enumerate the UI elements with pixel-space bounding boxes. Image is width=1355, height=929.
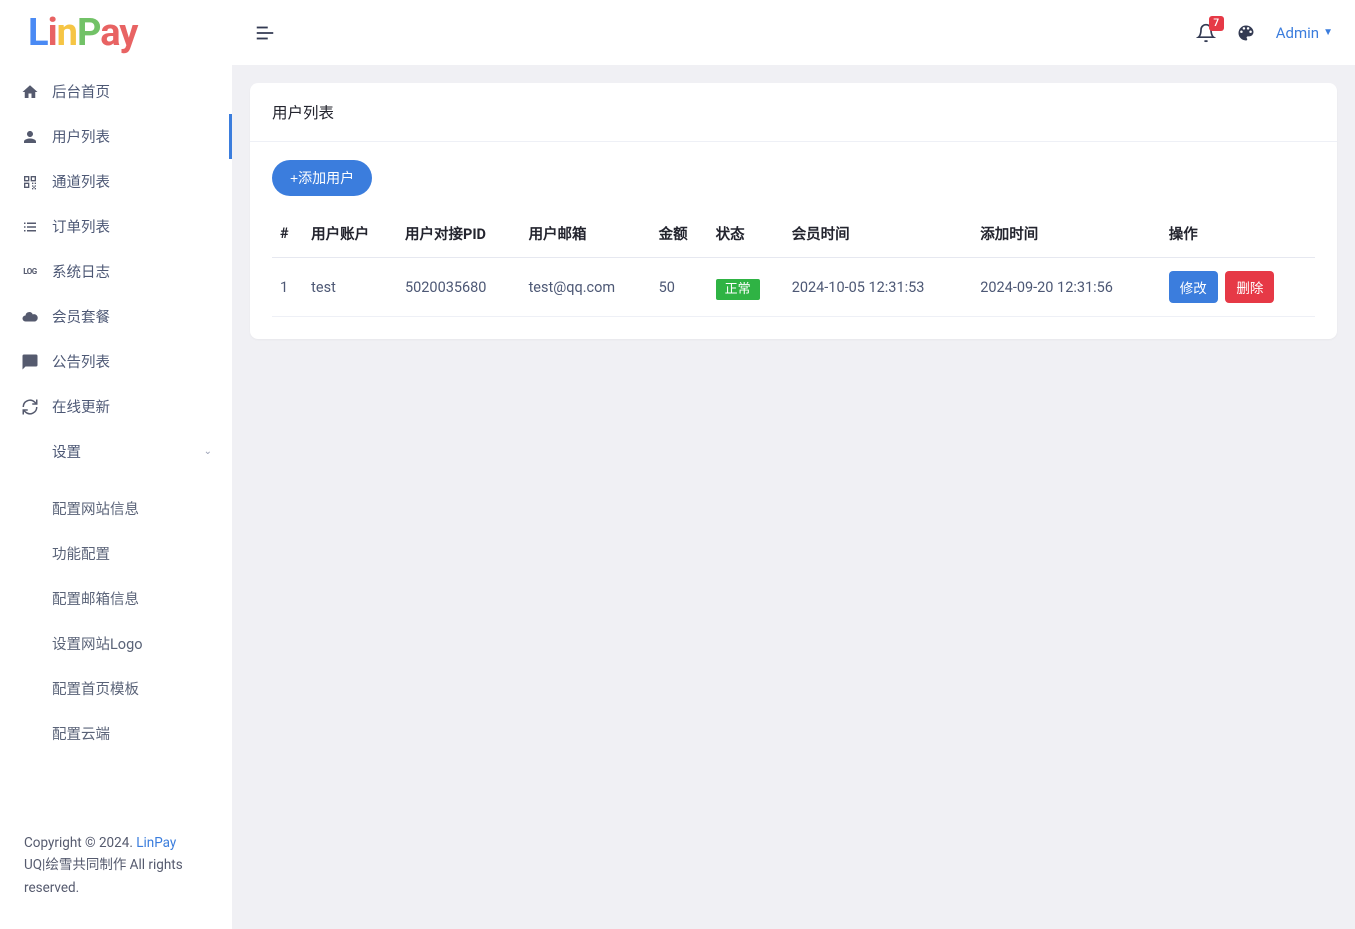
logo[interactable]: LinPay xyxy=(0,0,232,65)
table-row: 1 test 5020035680 test@qq.com 50 正常 2024… xyxy=(272,258,1315,317)
gear-icon xyxy=(20,442,40,462)
home-icon xyxy=(20,82,40,102)
sidebar-item-label: 用户列表 xyxy=(52,126,209,147)
list-icon xyxy=(20,217,40,237)
footer-prefix: Copyright © 2024. xyxy=(24,835,136,851)
notification-badge: 7 xyxy=(1209,16,1224,31)
sidebar-sub-site-info[interactable]: 配置网站信息 xyxy=(0,486,232,531)
sidebar-item-label: 在线更新 xyxy=(52,396,212,417)
log-icon: LOG xyxy=(20,262,40,282)
sidebar-sub-template[interactable]: 配置首页模板 xyxy=(0,666,232,711)
sidebar-item-label: 配置首页模板 xyxy=(52,678,212,699)
col-email: 用户邮箱 xyxy=(521,210,651,258)
sidebar-item-announcements[interactable]: 公告列表 xyxy=(0,339,232,384)
col-actions: 操作 xyxy=(1161,210,1315,258)
sidebar-item-channels[interactable]: 通道列表 xyxy=(0,159,232,204)
status-badge: 正常 xyxy=(716,279,760,300)
sidebar-item-label: 会员套餐 xyxy=(52,306,212,327)
sidebar-item-membership[interactable]: 会员套餐 xyxy=(0,294,232,339)
sidebar-item-label: 功能配置 xyxy=(52,543,212,564)
sidebar-item-label: 设置网站Logo xyxy=(52,633,212,654)
main: 7 Admin ▼ 用户列表 +添加用户 # xyxy=(232,0,1355,929)
sidebar-item-label: 系统日志 xyxy=(52,261,212,282)
cell-email: test@qq.com xyxy=(521,258,651,317)
sidebar-item-label: 配置云端 xyxy=(52,723,212,744)
sidebar-item-settings[interactable]: 设置 ⌄ xyxy=(0,429,232,474)
sidebar-item-label: 公告列表 xyxy=(52,351,212,372)
col-vip-time: 会员时间 xyxy=(784,210,973,258)
topbar: 7 Admin ▼ xyxy=(232,0,1355,65)
col-index: # xyxy=(272,210,303,258)
edit-button[interactable]: 修改 xyxy=(1169,271,1218,303)
users-table: # 用户账户 用户对接PID 用户邮箱 金额 状态 会员时间 添加时间 操作 xyxy=(272,210,1315,317)
notifications-button[interactable]: 7 xyxy=(1196,23,1216,43)
sidebar-sub-logo[interactable]: 设置网站Logo xyxy=(0,621,232,666)
refresh-icon xyxy=(20,397,40,417)
cell-amount: 50 xyxy=(651,258,708,317)
sidebar-item-logs[interactable]: LOG 系统日志 xyxy=(0,249,232,294)
theme-button[interactable] xyxy=(1236,23,1256,43)
user-menu-label: Admin xyxy=(1276,24,1319,42)
cell-add-time: 2024-09-20 12:31:56 xyxy=(972,258,1161,317)
col-amount: 金额 xyxy=(651,210,708,258)
sidebar-item-update[interactable]: 在线更新 xyxy=(0,384,232,429)
sidebar-item-label: 配置网站信息 xyxy=(52,498,212,519)
content: 用户列表 +添加用户 # 用户账户 用户对接PID 用户邮箱 金额 状态 xyxy=(232,65,1355,357)
caret-down-icon: ▼ xyxy=(1323,27,1333,38)
cell-vip-time: 2024-10-05 12:31:53 xyxy=(784,258,973,317)
cell-actions: 修改 删除 xyxy=(1161,258,1315,317)
sidebar: LinPay 后台首页 用户列表 通道列表 订单列表 LOG 系统日志 xyxy=(0,0,232,929)
sidebar-item-users[interactable]: 用户列表 xyxy=(0,114,232,159)
sidebar-item-label: 订单列表 xyxy=(52,216,212,237)
chevron-down-icon: ⌄ xyxy=(204,446,212,457)
user-menu[interactable]: Admin ▼ xyxy=(1276,24,1333,42)
cloud-icon xyxy=(20,307,40,327)
col-add-time: 添加时间 xyxy=(972,210,1161,258)
sidebar-sub-function[interactable]: 功能配置 xyxy=(0,531,232,576)
sidebar-footer: Copyright © 2024. LinPay UQ|绘雪共同制作 All r… xyxy=(0,813,232,929)
col-status: 状态 xyxy=(708,210,784,258)
card-title: 用户列表 xyxy=(250,83,1337,141)
sidebar-item-label: 通道列表 xyxy=(52,171,212,192)
sidebar-sub-cloud[interactable]: 配置云端 xyxy=(0,711,232,756)
sidebar-item-label: 配置邮箱信息 xyxy=(52,588,212,609)
cell-pid: 5020035680 xyxy=(397,258,521,317)
add-user-button[interactable]: +添加用户 xyxy=(272,160,372,196)
sidebar-sub-email[interactable]: 配置邮箱信息 xyxy=(0,576,232,621)
qr-icon xyxy=(20,172,40,192)
sidebar-nav: 后台首页 用户列表 通道列表 订单列表 LOG 系统日志 会员套餐 xyxy=(0,65,232,813)
menu-toggle-icon[interactable] xyxy=(254,22,276,44)
footer-link[interactable]: LinPay xyxy=(136,835,176,851)
sidebar-item-label: 设置 xyxy=(52,441,204,462)
user-icon xyxy=(20,127,40,147)
sidebar-item-label: 后台首页 xyxy=(52,81,212,102)
cell-status: 正常 xyxy=(708,258,784,317)
chat-icon xyxy=(20,352,40,372)
cell-account: test xyxy=(303,258,397,317)
col-account: 用户账户 xyxy=(303,210,397,258)
user-list-card: 用户列表 +添加用户 # 用户账户 用户对接PID 用户邮箱 金额 状态 xyxy=(250,83,1337,339)
footer-suffix: UQ|绘雪共同制作 All rights reserved. xyxy=(24,857,183,895)
col-pid: 用户对接PID xyxy=(397,210,521,258)
sidebar-item-home[interactable]: 后台首页 xyxy=(0,69,232,114)
palette-icon xyxy=(1236,23,1256,43)
cell-index: 1 xyxy=(272,258,303,317)
delete-button[interactable]: 删除 xyxy=(1225,271,1274,303)
sidebar-item-orders[interactable]: 订单列表 xyxy=(0,204,232,249)
